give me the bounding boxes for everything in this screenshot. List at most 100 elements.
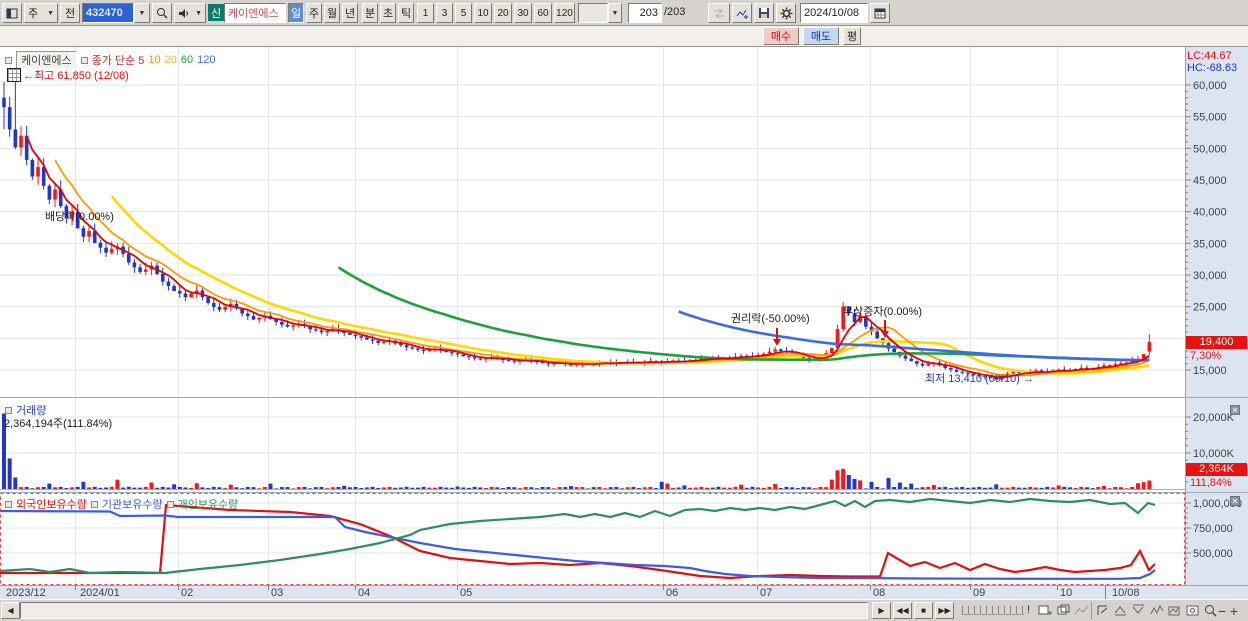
legend-square-icon [5,56,12,64]
volume-panel-close-button[interactable]: ✕ [1230,405,1240,415]
period-sec-button[interactable]: 초 [380,3,396,23]
period-week-button[interactable]: 주 [306,3,322,23]
slider-end-mark: ! [1027,604,1031,616]
search-button[interactable] [152,3,172,23]
holdings-panel-close-button[interactable]: ✕ [1230,496,1240,506]
overlay-pane-button[interactable] [1055,602,1072,619]
legend-ma60: 60 [180,54,194,66]
add-pane-button[interactable] [1036,602,1053,619]
period-year-button[interactable]: 년 [342,3,358,23]
calendar-button[interactable] [870,3,890,23]
stock-code-value: 432470 [86,7,123,19]
wave-tool-button[interactable] [1148,602,1165,619]
period-day-button[interactable]: 일 [288,3,304,23]
bar-total-label: /203 [664,6,686,18]
minute-10-button[interactable]: 10 [474,3,492,23]
speed-slider[interactable] [962,606,1024,615]
ex-dividend-annotation: 배당락(0.00%) [45,211,114,223]
capture-tool-icon [1186,605,1198,616]
save-button[interactable] [754,3,774,23]
bar-count-input[interactable]: 203 [628,3,662,23]
custom-period-combo[interactable] [578,3,608,23]
zigzag-plus-icon [736,9,748,19]
bonus-issue-annotation: 무상증자(0.00%) [843,306,922,318]
minute-5-button[interactable]: 5 [455,3,472,23]
add-pane-icon [1038,605,1052,615]
legend-square-icon [80,56,88,64]
price-axis-panel[interactable] [1185,47,1248,599]
calendar-icon [874,8,886,19]
legend-ma120: 120 [197,54,216,66]
legend-square-icon [166,500,174,508]
compare-arrows-icon [714,8,724,18]
trendline-icon [1074,605,1089,615]
peak-tool-button[interactable] [1112,602,1129,619]
crosshair-tool-button[interactable] [1094,602,1111,619]
pattern-tool-button[interactable] [1166,602,1183,619]
buy-button[interactable]: 매수 [763,27,799,45]
gear-icon [780,7,792,19]
current-price-tag: 19,400 [1186,336,1247,349]
period-min-button[interactable]: 분 [362,3,378,23]
valley-tool-button[interactable] [1130,602,1147,619]
legend-indicator: 종가 단순 5 [91,55,145,67]
minute-20-button[interactable]: 20 [494,3,512,23]
rights-off-annotation: 권리락(-50.00%) [731,313,810,325]
avg-price-button[interactable]: 평 [843,27,861,45]
pattern-tool-icon [1168,606,1179,616]
high-annotation: ←최고 61,850 (12/08) [23,70,129,82]
hc-value: HC:-68.63 [1187,62,1238,74]
legend-square-icon [90,500,98,508]
current-price-pct-tag: 7,30% [1190,350,1222,362]
speaker-icon [179,8,188,18]
chevron-down-icon: ▼ [611,9,619,17]
settings-button[interactable] [776,3,796,23]
chart-bottom-toolbar: ◀ ▶ ◀◀ ■ ▶▶ ! − + [0,599,1248,621]
legend-square-icon [5,406,12,414]
stock-code-input[interactable]: 432470 [82,3,134,23]
foreign-holdings-label: 외국인보유수량 [16,499,87,511]
sell-button[interactable]: 매도 [803,27,839,45]
minute-3-button[interactable]: 3 [436,3,453,23]
minute-60-button[interactable]: 60 [534,3,552,23]
text-size-button[interactable] [1239,602,1248,619]
window-toggle-button[interactable] [2,3,22,23]
fast-forward-button[interactable]: ▶▶ [935,602,954,619]
rewind-button[interactable]: ◀◀ [893,602,912,619]
prev-stock-button[interactable]: 전 [60,3,80,23]
stock-name-field[interactable]: 케이엔에스 [224,3,286,23]
capture-tool-button[interactable] [1184,602,1201,619]
minute-30-button[interactable]: 30 [514,3,532,23]
right-arrow-icon: → [1022,373,1034,385]
chart-hscrollbar[interactable] [20,602,868,619]
low-annotation: 최저 13,410 (09/10) → [925,373,1034,385]
overlay-indicator-button[interactable] [732,3,752,23]
stop-button[interactable]: ■ [914,602,933,619]
play-button[interactable]: ▶ [872,602,891,619]
date-input[interactable]: 2024/10/08 [800,3,868,23]
minute-120-button[interactable]: 120 [554,3,575,23]
zoom-out-button[interactable]: − [1216,602,1228,619]
chart-type-combo[interactable]: 주 ▼ [24,3,58,23]
holdings-panel-legend: 외국인보유수량 기관보유수량 개인보유수량 [5,496,238,512]
current-volume-tag: 2,364K [1186,463,1247,476]
time-axis-panel[interactable] [0,585,1248,599]
overlay-pane-icon [1057,604,1069,615]
prev-stock-label: 전 [64,8,76,20]
chevron-down-icon: ▼ [47,9,54,17]
sound-combo[interactable]: ▼ [174,3,206,23]
lc-value: LC:44.67 [1187,50,1232,62]
period-month-button[interactable]: 월 [324,3,340,23]
compare-button[interactable] [708,3,730,23]
period-tick-button[interactable]: 틱 [398,3,414,23]
trendline-mode-button[interactable] [1073,602,1090,619]
scroll-left-button[interactable]: ◀ [1,602,20,619]
minute-1-button[interactable]: 1 [417,3,434,23]
custom-period-dropdown[interactable]: ▼ [608,3,622,23]
chevron-down-icon: ▼ [138,9,146,17]
code-dropdown-button[interactable]: ▼ [134,3,150,23]
chart-grid-icon[interactable] [7,68,21,82]
date-value: 2024/10/08 [804,7,860,19]
quote-bar: 19,400 ▲ 1,320 +7.30% 2,364,194 111.84% … [0,26,1248,71]
legend-ma20: 20 [164,54,177,66]
